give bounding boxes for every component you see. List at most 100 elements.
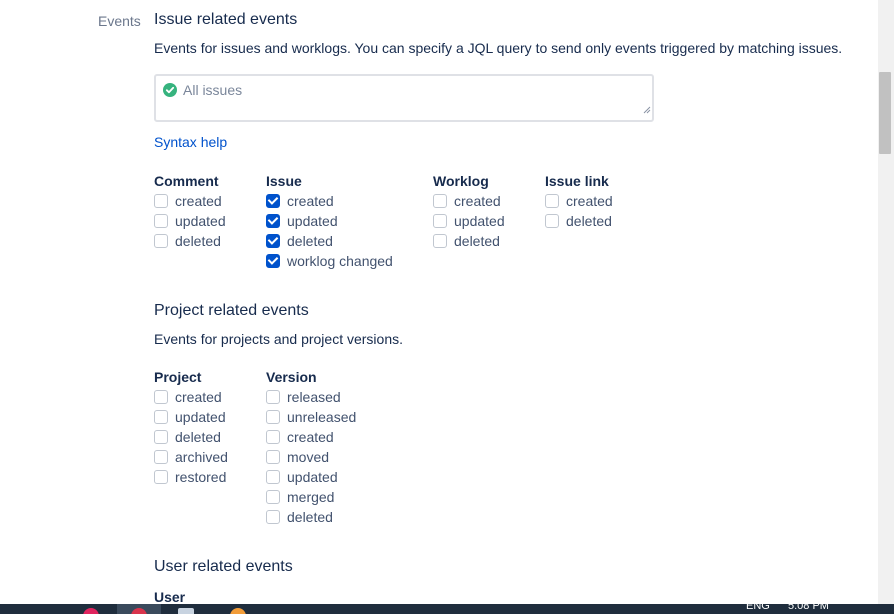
clock[interactable]: 5:08 PM (788, 604, 829, 612)
checkbox[interactable] (433, 194, 447, 208)
event-checkbox-row[interactable]: updated (433, 211, 505, 231)
vertical-scrollbar[interactable] (878, 0, 894, 604)
checkbox[interactable] (154, 390, 168, 404)
checkbox-label: moved (287, 449, 330, 465)
file-explorer-icon[interactable] (178, 608, 194, 614)
event-column: Issue link created deleted (545, 171, 613, 231)
checkbox-label: created (175, 193, 222, 209)
jql-placeholder: All issues (183, 82, 243, 98)
settings-page: Events Issue related events Events for i… (0, 0, 878, 604)
event-checkbox-row[interactable]: created (433, 191, 505, 211)
checkbox-label: created (287, 193, 334, 209)
checkbox[interactable] (266, 450, 280, 464)
event-column: Comment created updated deleted (154, 171, 226, 251)
event-column: User (154, 587, 185, 604)
event-checkbox-row[interactable]: created (154, 191, 226, 211)
checkbox[interactable] (266, 510, 280, 524)
checkbox-label: created (566, 193, 613, 209)
checkbox[interactable] (266, 410, 280, 424)
app-icon-orange[interactable] (230, 608, 246, 614)
event-checkbox-row[interactable]: updated (266, 467, 356, 487)
event-checkbox-row[interactable]: deleted (433, 231, 505, 251)
checkbox-label: updated (175, 409, 226, 425)
checkbox-checked[interactable] (266, 214, 280, 228)
checkbox-label: created (175, 389, 222, 405)
issue-section-description: Events for issues and worklogs. You can … (154, 40, 843, 56)
checkbox-label: deleted (454, 233, 500, 249)
checkbox-label: deleted (566, 213, 612, 229)
checkbox-label: restored (175, 469, 227, 485)
project-section-title: Project related events (154, 302, 309, 319)
checkbox[interactable] (154, 430, 168, 444)
event-checkbox-row[interactable]: merged (266, 487, 356, 507)
checkbox[interactable] (433, 234, 447, 248)
event-column-heading: Comment (154, 173, 219, 189)
checkbox[interactable] (433, 214, 447, 228)
checkbox-checked[interactable] (266, 234, 280, 248)
checkbox-checked[interactable] (266, 194, 280, 208)
event-checkbox-row[interactable]: worklog changed (266, 251, 393, 271)
user-section-title: User related events (154, 558, 293, 575)
checkbox-label: deleted (287, 509, 333, 525)
event-checkbox-row[interactable]: updated (154, 211, 226, 231)
checkbox-label: updated (287, 213, 338, 229)
app-icon-red[interactable] (83, 608, 99, 614)
jql-query-input[interactable]: All issues (154, 74, 654, 122)
event-checkbox-row[interactable]: deleted (154, 231, 226, 251)
windows-taskbar: ENG 5:08 PM (0, 604, 894, 614)
checkbox[interactable] (545, 214, 559, 228)
event-column-heading: User (154, 589, 186, 604)
checkbox-label: archived (175, 449, 228, 465)
checkbox-checked[interactable] (266, 254, 280, 268)
checkbox-label: merged (287, 489, 335, 505)
checkbox-label: updated (287, 469, 338, 485)
checkbox[interactable] (154, 450, 168, 464)
checkbox[interactable] (154, 234, 168, 248)
event-checkbox-row[interactable]: created (266, 191, 393, 211)
checkbox[interactable] (545, 194, 559, 208)
event-column-heading: Issue link (545, 173, 609, 189)
event-column: Version released unreleased created moved upd… (266, 367, 356, 527)
event-checkbox-row[interactable]: created (545, 191, 613, 211)
event-column: Worklog created updated deleted (433, 171, 505, 251)
event-checkbox-row[interactable]: restored (154, 467, 228, 487)
event-checkbox-row[interactable]: updated (266, 211, 393, 231)
event-checkbox-row[interactable]: deleted (266, 507, 356, 527)
checkbox-label: unreleased (287, 409, 357, 425)
event-checkbox-row[interactable]: deleted (154, 427, 228, 447)
checkbox[interactable] (266, 490, 280, 504)
checkbox-label: deleted (175, 233, 221, 249)
checkbox-label: deleted (175, 429, 221, 445)
checkbox-label: worklog changed (287, 253, 393, 269)
event-checkbox-row[interactable]: unreleased (266, 407, 356, 427)
checkbox[interactable] (266, 390, 280, 404)
checkbox[interactable] (154, 194, 168, 208)
check-circle-icon (163, 83, 177, 97)
checkbox[interactable] (266, 430, 280, 444)
checkbox-label: released (287, 389, 341, 405)
event-checkbox-row[interactable]: deleted (545, 211, 613, 231)
checkbox-label: updated (454, 213, 505, 229)
syntax-help-link[interactable]: Syntax help (154, 134, 227, 150)
event-checkbox-row[interactable]: created (154, 387, 228, 407)
event-checkbox-row[interactable]: archived (154, 447, 228, 467)
issue-section-title: Issue related events (154, 11, 298, 28)
checkbox[interactable] (154, 470, 168, 484)
project-section-description: Events for projects and project versions… (154, 331, 404, 347)
event-checkbox-row[interactable]: deleted (266, 231, 393, 251)
scrollbar-thumb[interactable] (879, 72, 891, 154)
event-column-heading: Version (266, 369, 317, 385)
checkbox[interactable] (154, 410, 168, 424)
events-side-label: Events (98, 13, 141, 29)
event-column-heading: Project (154, 369, 202, 385)
language-indicator[interactable]: ENG (746, 604, 770, 612)
checkbox[interactable] (266, 470, 280, 484)
event-checkbox-row[interactable]: updated (154, 407, 228, 427)
event-checkbox-row[interactable]: created (266, 427, 356, 447)
resize-handle-icon[interactable] (643, 101, 651, 119)
checkbox[interactable] (154, 214, 168, 228)
checkbox-label: deleted (287, 233, 333, 249)
event-checkbox-row[interactable]: released (266, 387, 356, 407)
checkbox-label: updated (175, 213, 226, 229)
event-checkbox-row[interactable]: moved (266, 447, 356, 467)
